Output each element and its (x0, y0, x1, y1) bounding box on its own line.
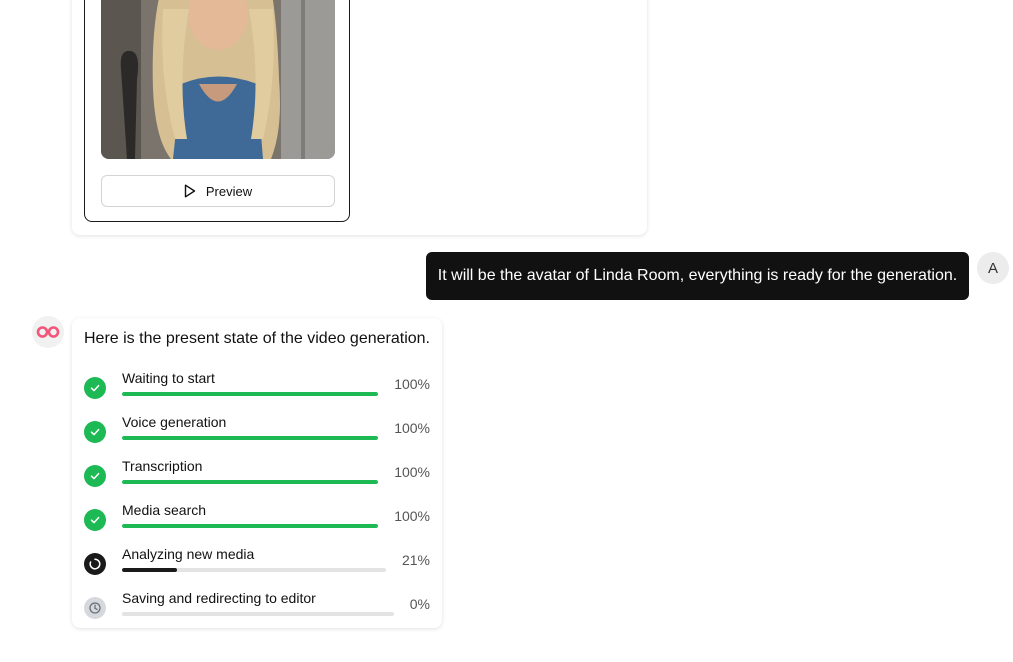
step-percent: 100% (394, 464, 430, 480)
progress-bar (122, 436, 378, 440)
progress-bar (122, 392, 378, 396)
progress-bar (122, 568, 386, 572)
user-avatar: A (977, 252, 1009, 284)
progress-bar (122, 480, 378, 484)
check-icon (84, 421, 106, 443)
avatar-photo (101, 0, 335, 159)
avatar-message-card: Preview (72, 0, 647, 235)
preview-button[interactable]: Preview (101, 175, 335, 207)
progress-fill (122, 480, 378, 484)
progress-fill (122, 392, 378, 396)
play-icon (184, 184, 196, 198)
step-percent: 100% (394, 376, 430, 392)
step-percent: 100% (394, 508, 430, 524)
progress-fill (122, 436, 378, 440)
generation-status-card: Here is the present state of the video g… (72, 318, 442, 628)
spinner-icon (84, 553, 106, 575)
progress-bar (122, 612, 394, 616)
step-saving-and-redirecting: Saving and redirecting to editor 0% (72, 588, 442, 632)
step-voice-generation: Voice generation 100% (72, 412, 442, 456)
progress-bar (122, 524, 378, 528)
step-waiting-to-start: Waiting to start 100% (72, 368, 442, 412)
status-title: Here is the present state of the video g… (84, 330, 430, 347)
check-icon (84, 509, 106, 531)
step-label: Waiting to start (122, 370, 215, 386)
check-icon (84, 465, 106, 487)
step-transcription: Transcription 100% (72, 456, 442, 500)
user-message-text: It will be the avatar of Linda Room, eve… (437, 267, 958, 284)
check-icon (84, 377, 106, 399)
preview-label: Preview (205, 183, 253, 199)
step-percent: 0% (409, 596, 430, 612)
user-message-bubble: It will be the avatar of Linda Room, eve… (426, 252, 969, 300)
bot-avatar (32, 316, 64, 348)
step-label: Transcription (122, 458, 203, 474)
step-percent: 21% (401, 552, 430, 568)
step-label: Saving and redirecting to editor (122, 590, 316, 606)
step-media-search: Media search 100% (72, 500, 442, 544)
progress-fill (122, 568, 178, 572)
step-label: Analyzing new media (122, 546, 255, 562)
step-analyzing-new-media: Analyzing new media 21% (72, 544, 442, 588)
infinity-logo-icon (36, 326, 60, 338)
user-avatar-initial: A (987, 259, 998, 277)
step-label: Media search (122, 502, 207, 518)
step-label: Voice generation (122, 414, 227, 430)
clock-icon (84, 597, 106, 619)
avatar-preview-card[interactable]: Preview (84, 0, 350, 222)
progress-fill (122, 524, 378, 528)
step-percent: 100% (394, 420, 430, 436)
avatar-photo-illustration (101, 0, 335, 159)
